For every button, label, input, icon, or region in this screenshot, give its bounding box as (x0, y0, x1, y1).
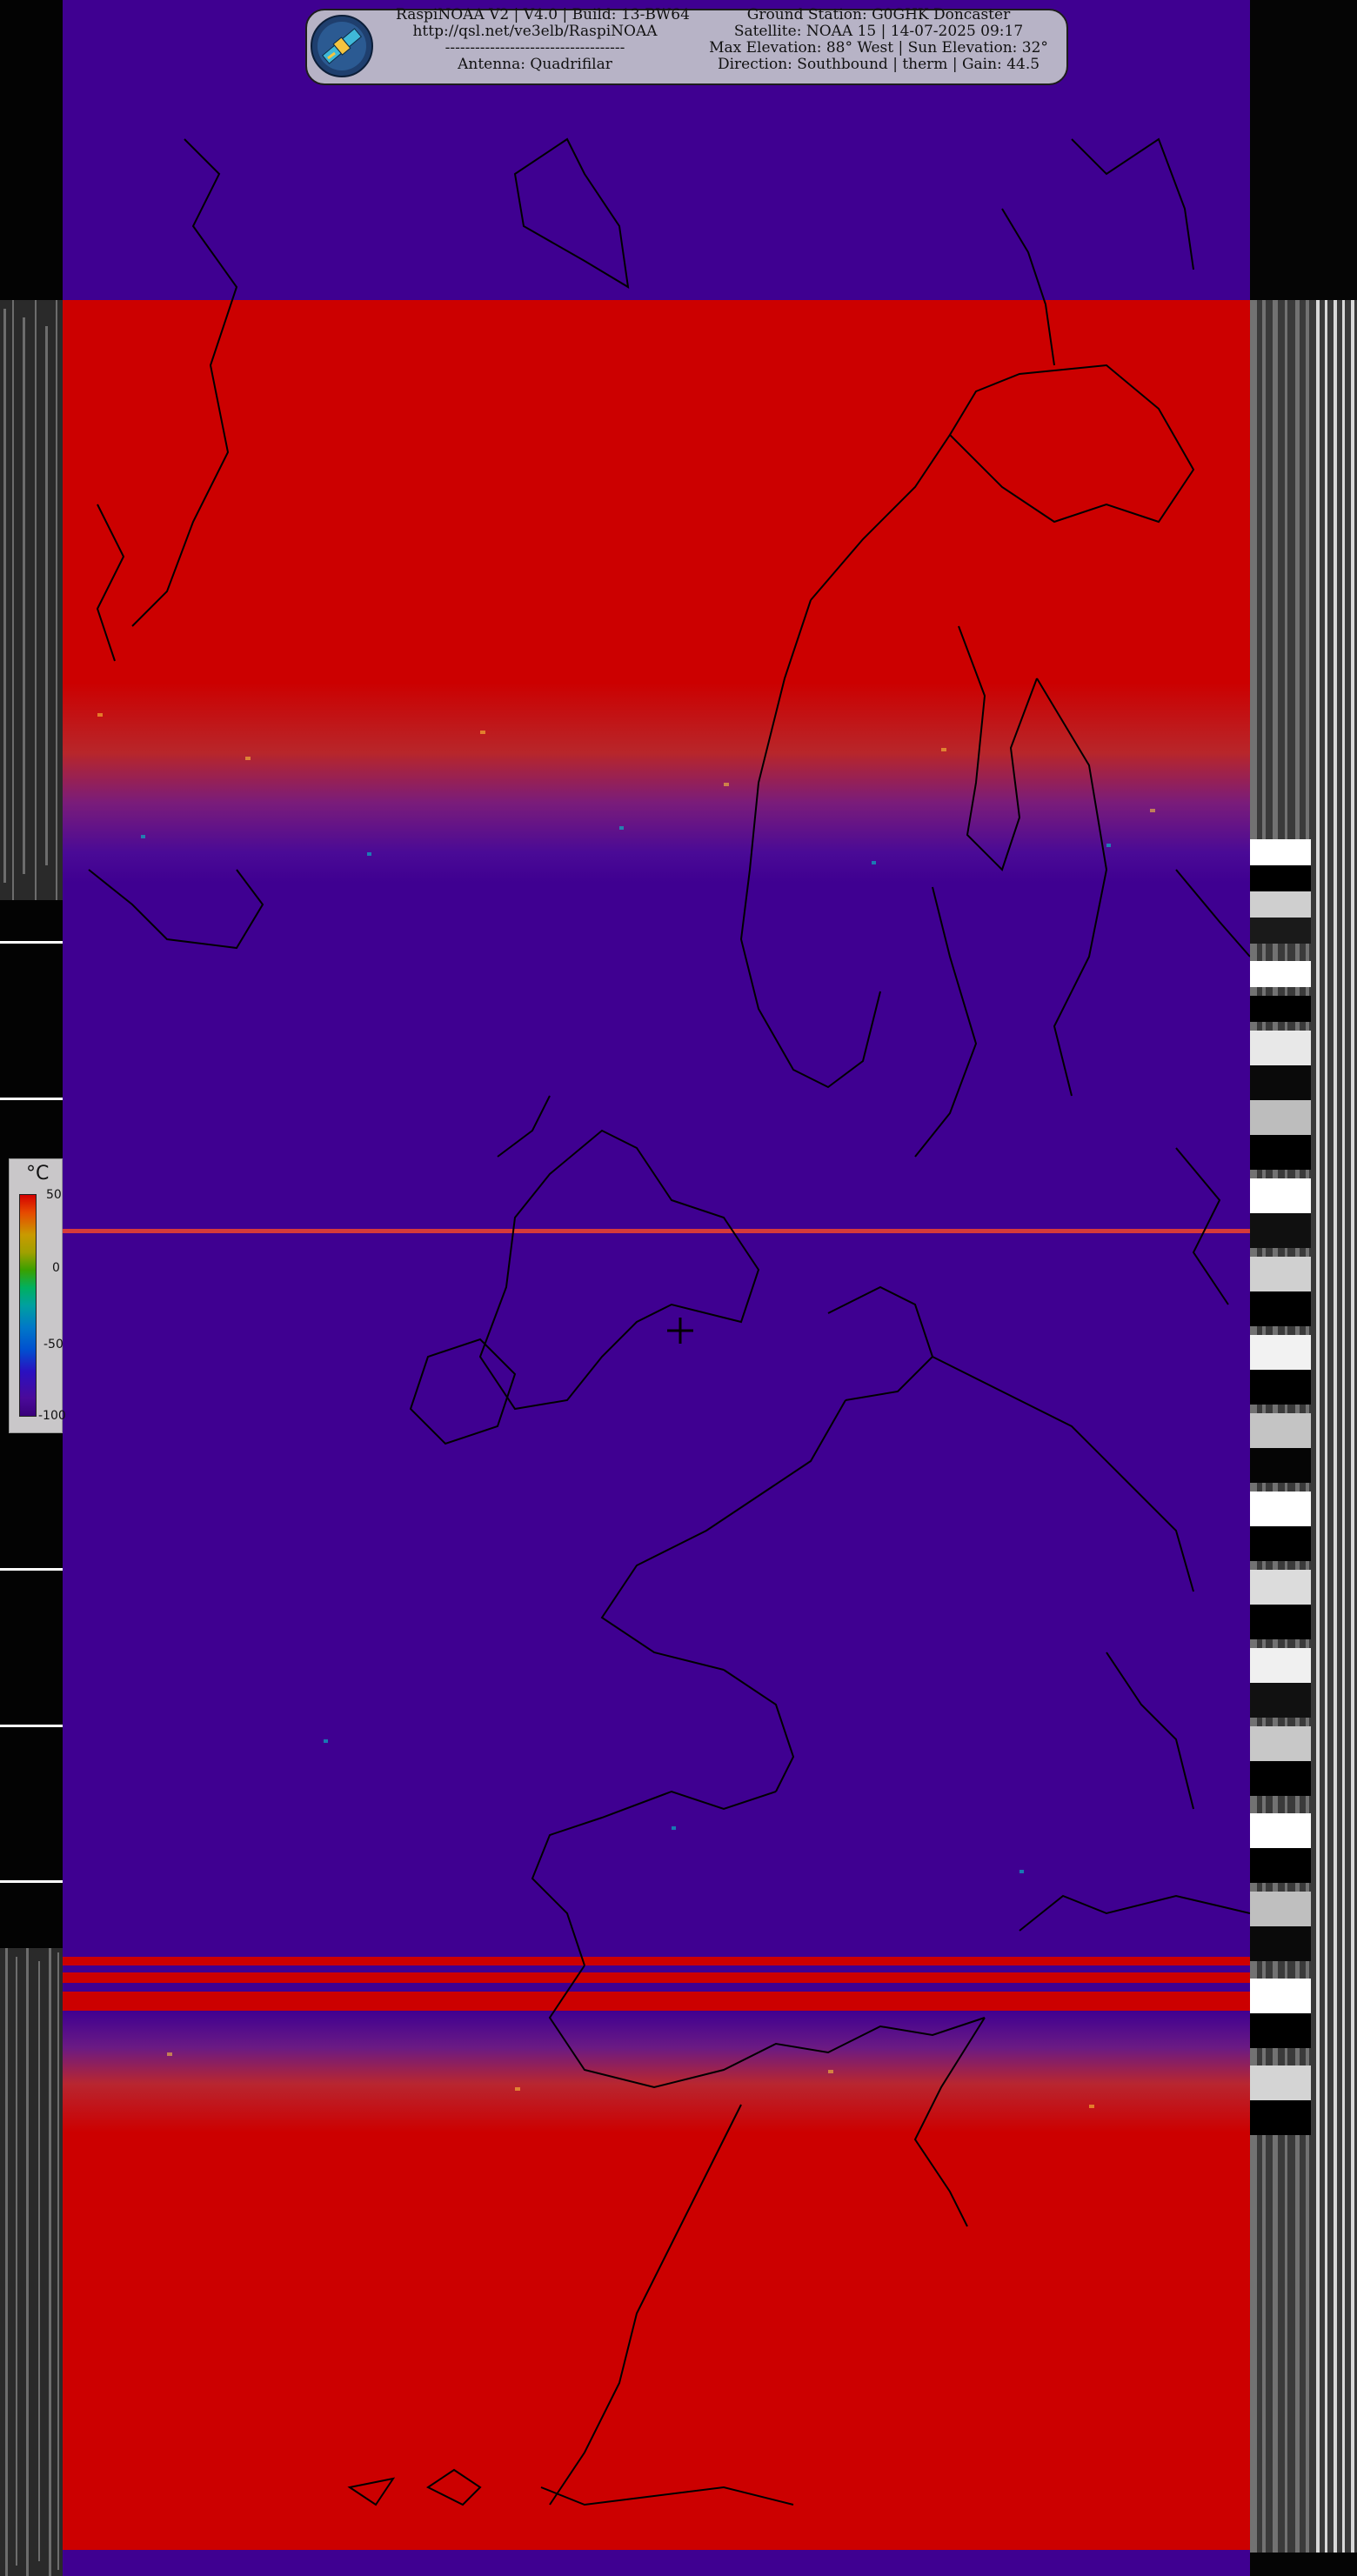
header-line-version: RaspiNOAA V2 | V4.0 | Build: 13-BW64 (396, 6, 690, 23)
header-station-info: RaspiNOAA V2 | V4.0 | Build: 13-BW64 htt… (396, 6, 690, 73)
header-line-direction: Direction: Southbound | therm | Gain: 44… (717, 56, 1040, 73)
header-line-elevation: Max Elevation: 88° West | Sun Elevation:… (709, 39, 1048, 57)
legend-tick-minus-50: -50 (43, 1338, 64, 1351)
satellite-icon (311, 15, 373, 77)
legend-tick-50: 50 (46, 1188, 62, 1202)
legend-unit: °C (26, 1163, 50, 1185)
header-line-antenna: Antenna: Quadrifilar (458, 56, 612, 73)
legend-tick-0: 0 (52, 1261, 60, 1275)
header-pass-info: Ground Station: G0GHK Doncaster Satellit… (687, 7, 1070, 73)
header-line-url: http://qsl.net/ve3elb/RaspiNOAA (412, 23, 658, 40)
legend-color-bar (19, 1194, 37, 1417)
legend-tick-minus-100: -100 (38, 1409, 66, 1423)
header-line-ground-station: Ground Station: G0GHK Doncaster (746, 6, 1011, 23)
right-telemetry-wedges (1250, 300, 1357, 2553)
thermal-satellite-image (63, 0, 1250, 2576)
header-line-separator: ------------------------------------ (445, 39, 625, 57)
header-line-satellite: Satellite: NOAA 15 | 14-07-2025 09:17 (733, 23, 1024, 40)
